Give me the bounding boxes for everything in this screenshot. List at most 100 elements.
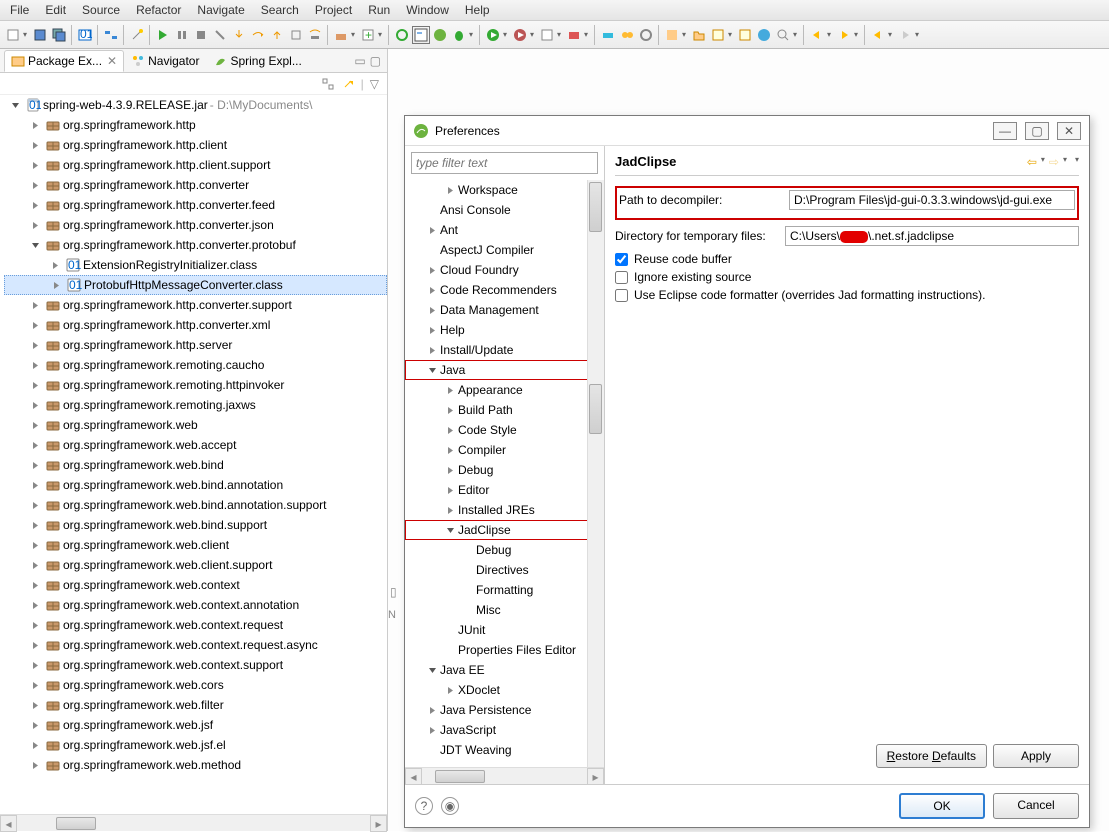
link-icon[interactable] [341,77,355,91]
maximize-icon[interactable]: ▢ [370,54,381,68]
open-task-icon[interactable] [736,26,754,44]
package-row[interactable]: org.springframework.http.server [4,335,387,355]
scroll-thumb[interactable] [435,770,485,783]
new-conn-icon[interactable] [618,26,636,44]
tab-navigator[interactable]: Navigator [124,50,206,72]
save-all-icon[interactable] [50,26,68,44]
pref-tree-item[interactable]: Properties Files Editor [405,640,604,660]
open-type-icon[interactable] [709,26,727,44]
close-button[interactable]: ✕ [1057,122,1081,140]
dialog-titlebar[interactable]: Preferences — ▢ ✕ [405,116,1089,146]
scroll-thumb[interactable] [589,384,602,434]
apply-button[interactable]: Apply [993,744,1079,768]
pref-tree-item[interactable]: Installed JREs [405,500,604,520]
pref-tree-item[interactable]: Install/Update [405,340,604,360]
menu-ic holder[interactable]: ▾ [1075,155,1079,169]
new-package-icon[interactable]: + [359,26,377,44]
package-row[interactable]: org.springframework.web.client [4,535,387,555]
class-row[interactable]: 010ProtobufHttpMessageConverter.class [4,275,387,295]
pref-tree-item[interactable]: Java Persistence [405,700,604,720]
forward-icon[interactable] [896,26,914,44]
dropdown-icon[interactable]: ▾ [23,26,30,44]
menu-search[interactable]: Search [253,0,307,20]
save-icon[interactable] [31,26,49,44]
minimize-icon[interactable]: ▭ [354,54,365,68]
package-row[interactable]: org.springframework.http.client.support [4,155,387,175]
ok-button[interactable]: OK [899,793,985,819]
package-row[interactable]: org.springframework.web.bind [4,455,387,475]
pref-tree-item[interactable]: Ansi Console [405,200,604,220]
xml-icon[interactable]: 010 [76,26,94,44]
menu-navigate[interactable]: Navigate [189,0,252,20]
relaunch-icon[interactable] [393,26,411,44]
tab-spring-explorer[interactable]: Spring Expl... [206,50,308,72]
restore-defaults-button[interactable]: Restore Defaults [876,744,987,768]
run-icon[interactable] [484,26,502,44]
minimize-button[interactable]: — [993,122,1017,140]
run-last-icon[interactable] [538,26,556,44]
package-row[interactable]: org.springframework.web.bind.annotation [4,475,387,495]
package-row[interactable]: org.springframework.remoting.httpinvoker [4,375,387,395]
annotation-prev-icon[interactable] [808,26,826,44]
new-icon[interactable] [4,26,22,44]
pref-tree-item[interactable]: Editor [405,480,604,500]
scroll-left-icon[interactable]: ◂ [0,815,17,832]
formatter-checkbox[interactable] [615,289,628,302]
filter-input[interactable] [411,152,598,174]
pref-tree-item[interactable]: Workspace [405,180,604,200]
project-root[interactable]: 010spring-web-4.3.9.RELEASE.jar - D:\MyD… [4,95,387,115]
menu-help[interactable]: Help [457,0,498,20]
debug-disconnect-icon[interactable] [211,26,229,44]
scroll-right-icon[interactable]: ▸ [370,815,387,832]
pref-tree-item[interactable]: Directives [405,560,604,580]
pref-tree-item[interactable]: Build Path [405,400,604,420]
pref-tree-item[interactable]: XDoclet [405,680,604,700]
drop-frame-icon[interactable] [287,26,305,44]
package-row[interactable]: org.springframework.http.converter.json [4,215,387,235]
package-row[interactable]: org.springframework.web.context.support [4,655,387,675]
class-row[interactable]: 010ExtensionRegistryInitializer.class [4,255,387,275]
package-row[interactable]: org.springframework.web.context.request.… [4,635,387,655]
pref-tree-item[interactable]: Debug [405,460,604,480]
maximize-button[interactable]: ▢ [1025,122,1049,140]
menu-source[interactable]: Source [74,0,128,20]
package-row[interactable]: org.springframework.http.converter.suppo… [4,295,387,315]
pref-tree-item[interactable]: JUnit [405,620,604,640]
package-row[interactable]: org.springframework.web.bind.annotation.… [4,495,387,515]
pref-tree-item[interactable]: Appearance [405,380,604,400]
package-row[interactable]: org.springframework.web.context.request [4,615,387,635]
package-row[interactable]: org.springframework.remoting.jaxws [4,395,387,415]
wand-icon[interactable] [128,26,146,44]
pref-tree-item[interactable]: Ant [405,220,604,240]
external-tools-icon[interactable] [565,26,583,44]
package-row[interactable]: org.springframework.web [4,415,387,435]
step-return-icon[interactable] [268,26,286,44]
package-row[interactable]: org.springframework.web.jsf [4,715,387,735]
console-icon[interactable] [412,26,430,44]
scroll-thumb[interactable] [56,817,96,830]
menu-run[interactable]: Run [360,0,398,20]
pref-tree-item[interactable]: Help [405,320,604,340]
debug-pause-icon[interactable] [173,26,191,44]
package-row[interactable]: org.springframework.web.accept [4,435,387,455]
view-menu-icon[interactable]: ▽ [370,77,379,91]
menu-refactor[interactable]: Refactor [128,0,189,20]
pref-tree-item[interactable]: AspectJ Compiler [405,240,604,260]
gear-icon[interactable] [637,26,655,44]
package-row[interactable]: org.springframework.http.converter.feed [4,195,387,215]
package-row[interactable]: org.springframework.web.context.annotati… [4,595,387,615]
path-input[interactable] [789,190,1075,210]
pref-h-scrollbar[interactable]: ◂ ▸ [405,767,604,784]
ignore-checkbox[interactable] [615,271,628,284]
reuse-checkbox[interactable] [615,253,628,266]
menu-file[interactable]: File [2,0,37,20]
new-folder-icon[interactable] [690,26,708,44]
debug-resume-icon[interactable] [154,26,172,44]
pref-tree-item[interactable]: Code Recommenders [405,280,604,300]
step-over-icon[interactable] [249,26,267,44]
collapse-icon[interactable] [321,77,335,91]
back-icon[interactable]: ⇦ [1027,155,1037,169]
h-scrollbar[interactable]: ◂ ▸ [0,814,387,831]
help-icon[interactable]: ? [415,797,433,815]
pref-tree-item[interactable]: Formatting [405,580,604,600]
